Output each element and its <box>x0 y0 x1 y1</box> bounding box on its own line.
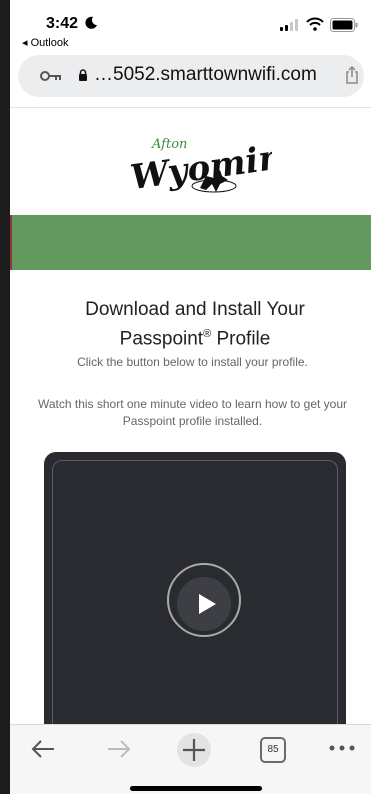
video-player[interactable] <box>44 452 346 762</box>
heading-registered-mark: ® <box>203 328 212 340</box>
afton-wyoming-logo: Afton Wyoming <box>128 134 272 198</box>
heading-line-2: Passpoint® Profile <box>30 322 360 351</box>
page-heading: Download and Install Your Passpoint® Pro… <box>30 297 360 351</box>
heading-passpoint: Passpoint <box>119 328 204 350</box>
browser-toolbar: 85 <box>10 724 371 794</box>
url-text[interactable]: …5052.smarttownwifi.com <box>94 64 317 86</box>
browser-screen: 3:42 ◂ Outlook …5052.smarttownwifi.com A… <box>10 0 371 794</box>
status-time: 3:42 <box>46 15 79 32</box>
battery-icon <box>330 18 358 32</box>
logo-large-script: Wyoming <box>128 134 272 198</box>
video-frame <box>52 460 338 762</box>
instruction-text: Click the button below to install your p… <box>77 355 308 369</box>
plus-icon[interactable] <box>177 733 211 767</box>
home-indicator <box>130 786 262 791</box>
signal-icon <box>280 19 298 31</box>
lock-icon <box>79 69 87 81</box>
play-button-inner[interactable] <box>177 577 231 631</box>
green-banner <box>12 215 371 270</box>
share-icon[interactable] <box>345 66 359 84</box>
key-icon[interactable] <box>40 70 62 82</box>
address-bar[interactable]: …5052.smarttownwifi.com <box>18 55 364 97</box>
toolbar-divider <box>10 107 371 108</box>
back-arrow-icon[interactable] <box>30 739 56 759</box>
wifi-icon <box>306 17 324 31</box>
new-tab-button[interactable] <box>177 733 211 767</box>
forward-arrow-icon[interactable] <box>106 739 132 759</box>
play-button[interactable] <box>167 563 241 637</box>
video-note-text: Watch this short one minute video to lea… <box>37 397 348 428</box>
logo-small-script: Afton <box>151 137 187 152</box>
heading-line-1: Download and Install Your <box>85 299 305 320</box>
moon-icon <box>85 16 97 29</box>
status-bar: 3:42 ◂ Outlook <box>10 0 371 52</box>
tabs-button[interactable]: 85 <box>260 737 286 763</box>
more-icon[interactable] <box>328 744 356 752</box>
heading-profile: Profile <box>211 328 271 350</box>
play-icon[interactable] <box>197 593 217 615</box>
back-to-app-link[interactable]: ◂ Outlook <box>22 36 69 49</box>
